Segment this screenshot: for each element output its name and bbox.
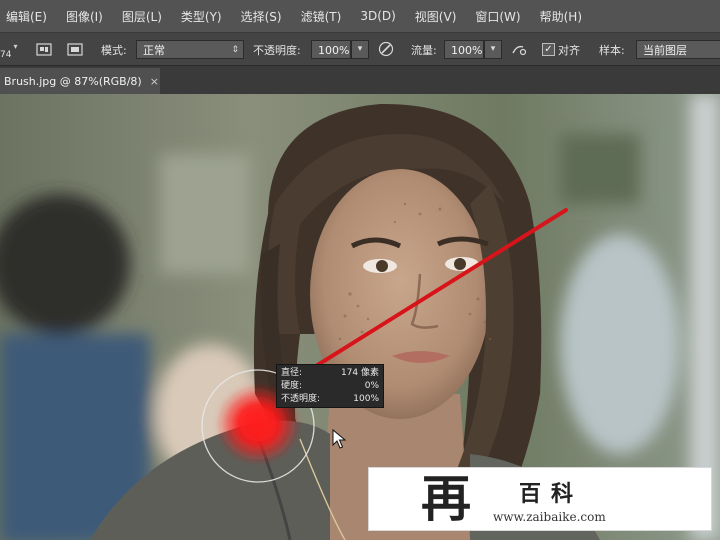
watermark-brand: 百科 [519, 481, 584, 507]
tooltip-value: 0% [364, 381, 379, 391]
brush-size-value: 74 [0, 49, 12, 60]
watermark-logo: 再 [421, 469, 471, 528]
tool-options-bar: 74 ▾ 模式: 正常 ⇕ 不透明度: 100% ▾ 流量: 100% ▾ ✓ … [0, 32, 720, 66]
menu-edit[interactable]: 编辑(E) [6, 8, 47, 25]
tooltip-label: 直径: [281, 368, 303, 378]
mode-value: 正常 [143, 44, 165, 57]
flow-label: 流量: [411, 43, 437, 57]
tooltip-value: 100% [353, 394, 379, 404]
tooltip-row-hardness: 硬度: 0% [281, 380, 379, 393]
select-arrows-icon: ⇕ [231, 45, 239, 55]
tooltip-row-diameter: 直径: 174 像素 [281, 367, 379, 380]
tooltip-label: 硬度: [281, 381, 303, 391]
document-tab[interactable]: Brush.jpg @ 87%(RGB/8) × [0, 68, 160, 94]
menu-3d[interactable]: 3D(D) [360, 9, 395, 23]
menu-select[interactable]: 选择(S) [241, 8, 282, 25]
watermark-url: www.zaibaike.com [493, 510, 606, 524]
opacity-value: 100% [318, 44, 350, 57]
align-option[interactable]: ✓ 对齐 [542, 33, 580, 66]
document-tab-bar: Brush.jpg @ 87%(RGB/8) × [0, 66, 720, 94]
watermark: 再 百科 www.zaibaike.com [368, 467, 712, 531]
menu-help[interactable]: 帮助(H) [540, 8, 582, 25]
menu-layer[interactable]: 图层(L) [122, 8, 162, 25]
flow-dropdown[interactable]: ▾ [484, 40, 502, 59]
brush-preset-icon[interactable] [36, 41, 52, 57]
toggle-panel-icon[interactable] [67, 41, 83, 57]
close-icon[interactable]: × [150, 75, 159, 88]
pressure-opacity-icon[interactable] [378, 41, 394, 57]
opacity-dropdown[interactable]: ▾ [351, 40, 369, 59]
sample-select[interactable]: 当前图层 [636, 40, 720, 59]
brush-info-tooltip: 直径: 174 像素 硬度: 0% 不透明度: 100% [276, 364, 384, 408]
menu-filter[interactable]: 滤镜(T) [301, 8, 342, 25]
sample-value: 当前图层 [643, 44, 687, 57]
airbrush-icon[interactable] [511, 41, 527, 57]
tooltip-label: 不透明度: [281, 394, 321, 404]
menu-type[interactable]: 类型(Y) [181, 8, 222, 25]
sample-label: 样本: [599, 43, 625, 57]
opacity-label: 不透明度: [253, 43, 301, 57]
flow-value: 100% [451, 44, 483, 57]
menu-bar: 编辑(E) 图像(I) 图层(L) 类型(Y) 选择(S) 滤镜(T) 3D(D… [0, 0, 720, 32]
tooltip-value: 174 像素 [340, 368, 379, 378]
chevron-down-icon: ▾ [13, 42, 18, 51]
document-tab-label: Brush.jpg @ 87%(RGB/8) [4, 74, 142, 88]
menu-view[interactable]: 视图(V) [415, 8, 457, 25]
checkbox-icon[interactable]: ✓ [542, 43, 555, 56]
tooltip-row-opacity: 不透明度: 100% [281, 393, 379, 406]
mode-select[interactable]: 正常 ⇕ [136, 40, 244, 59]
mode-label: 模式: [101, 43, 127, 57]
flow-input[interactable]: 100% [444, 40, 484, 59]
brush-size-picker[interactable]: 74 ▾ [0, 33, 30, 66]
menu-image[interactable]: 图像(I) [66, 8, 103, 25]
opacity-input[interactable]: 100% [311, 40, 351, 59]
align-label: 对齐 [558, 43, 580, 57]
menu-window[interactable]: 窗口(W) [475, 8, 520, 25]
